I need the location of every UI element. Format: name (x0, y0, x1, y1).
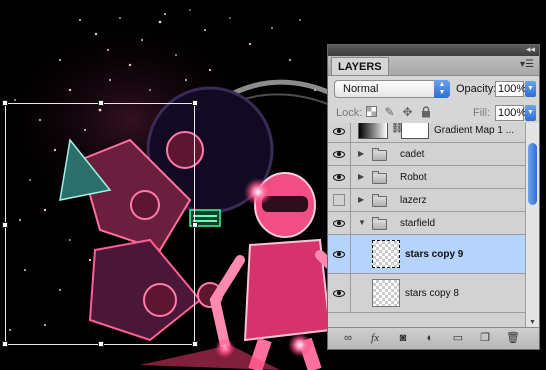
eye-icon[interactable] (333, 290, 345, 297)
layer-row-lazerz[interactable]: ▶ lazerz (328, 189, 525, 212)
layers-list: ⛓ Gradient Map 1 ... ▶ cadet ▶ Robot ▶ l… (328, 123, 525, 329)
fill-label: Fill: (473, 107, 491, 119)
eye-icon[interactable] (333, 151, 345, 158)
transform-handle-top-center[interactable] (98, 100, 104, 106)
panel-tab-row: LAYERS ▾☰ (328, 56, 539, 76)
tab-layers[interactable]: LAYERS (331, 57, 389, 75)
opacity-label: Opacity: (456, 83, 497, 95)
trash-icon[interactable]: 🗑 (505, 331, 521, 345)
visibility-toggle[interactable] (328, 212, 351, 234)
layer-name: stars copy 8 (405, 288, 459, 299)
opacity-input[interactable]: 100% (495, 81, 526, 97)
layer-thumbnail (372, 240, 400, 268)
layer-name: stars copy 9 (405, 249, 464, 260)
visibility-toggle[interactable] (328, 189, 351, 211)
blend-mode-value: Normal (343, 83, 379, 95)
transform-handle-bottom-left[interactable] (2, 341, 8, 347)
layers-scrollbar[interactable]: ▼ (525, 123, 539, 329)
transform-handle-middle-left[interactable] (2, 222, 8, 228)
layer-name: starfield (400, 218, 436, 229)
transform-handle-bottom-right[interactable] (192, 341, 198, 347)
fill-input[interactable]: 100% (495, 105, 526, 121)
lock-row: Lock: ✎ ✥ Fill: 100% ▼ (328, 102, 539, 125)
hidden-visibility-box[interactable] (333, 194, 345, 206)
layer-row-robot[interactable]: ▶ Robot (328, 166, 525, 189)
transform-handle-top-left[interactable] (2, 100, 8, 106)
disclosure-triangle-down-icon[interactable]: ▼ (358, 218, 366, 227)
mask-icon[interactable]: ◙ (395, 331, 411, 345)
fill-slider-arrow-icon[interactable]: ▼ (525, 105, 536, 121)
layer-row-starfield[interactable]: ▼ starfield (328, 212, 525, 235)
layer-name: Gradient Map 1 ... (434, 125, 515, 136)
layer-row-stars-copy-8[interactable]: stars copy 8 (328, 274, 525, 313)
new-layer-icon[interactable]: ❐ (477, 331, 493, 345)
layer-name: Robot (400, 172, 427, 183)
visibility-toggle[interactable] (328, 123, 351, 142)
eye-icon[interactable] (333, 251, 345, 258)
select-arrows-icon: ▲ ▼ (434, 80, 450, 98)
folder-icon (372, 171, 387, 184)
eye-icon[interactable] (333, 128, 345, 135)
adjustment-icon[interactable]: ◐ (422, 331, 438, 345)
visibility-toggle[interactable] (328, 274, 351, 312)
scroll-down-arrow-icon[interactable]: ▼ (529, 319, 536, 326)
transform-handle-top-right[interactable] (192, 100, 198, 106)
visibility-toggle[interactable] (328, 235, 351, 273)
link-icon[interactable]: ∞ (340, 331, 356, 345)
folder-icon (372, 148, 387, 161)
layer-row-stars-copy-9[interactable]: stars copy 9 (328, 235, 525, 274)
panel-menu-icon[interactable]: ▾☰ (520, 59, 534, 70)
blend-mode-select[interactable]: Normal ▲ ▼ (334, 80, 450, 98)
eye-icon[interactable] (333, 174, 345, 181)
disclosure-triangle-right-icon[interactable]: ▶ (358, 195, 364, 204)
scrollbar-thumb[interactable] (528, 143, 537, 205)
eye-icon[interactable] (333, 220, 345, 227)
panel-title-bar[interactable]: ◂◂ (328, 44, 539, 56)
visibility-toggle[interactable] (328, 166, 351, 188)
lock-label: Lock: (336, 107, 363, 119)
layers-bottom-toolbar: ∞ fx ◙ ◐ ▭ ❐ 🗑 (328, 327, 539, 349)
fx-icon[interactable]: fx (367, 331, 383, 345)
brush-icon[interactable]: ✎ (383, 106, 396, 119)
move-icon[interactable]: ✥ (401, 106, 414, 119)
visibility-toggle[interactable] (328, 143, 351, 165)
free-transform-bounding-box[interactable] (2, 100, 198, 347)
layer-mask-thumbnail (401, 123, 429, 139)
blend-row: Normal ▲ ▼ Opacity: 100% ▼ (328, 76, 539, 102)
disclosure-triangle-right-icon[interactable]: ▶ (358, 172, 364, 181)
disclosure-triangle-right-icon[interactable]: ▶ (358, 149, 364, 158)
layers-panel: ◂◂ LAYERS ▾☰ Normal ▲ ▼ Opacity: 100% ▼ L… (327, 44, 540, 350)
collapse-panel-icon[interactable]: ◂◂ (526, 44, 535, 55)
gradient-map-adjustment-thumbnail (358, 123, 388, 139)
folder-icon (372, 194, 387, 207)
lock-transparent-icon[interactable] (365, 106, 378, 119)
layer-name: cadet (400, 149, 425, 160)
folder-icon (372, 217, 387, 230)
layer-row-cadet[interactable]: ▶ cadet (328, 143, 525, 166)
layer-row-gradient-map[interactable]: ⛓ Gradient Map 1 ... (328, 123, 525, 143)
layer-thumbnail (372, 279, 400, 307)
opacity-slider-arrow-icon[interactable]: ▼ (525, 81, 536, 97)
padlock-icon[interactable] (419, 106, 432, 119)
folder-icon[interactable]: ▭ (450, 331, 466, 345)
transform-handle-bottom-center[interactable] (98, 341, 104, 347)
layer-name: lazerz (400, 195, 427, 206)
transform-handle-middle-right[interactable] (192, 222, 198, 228)
